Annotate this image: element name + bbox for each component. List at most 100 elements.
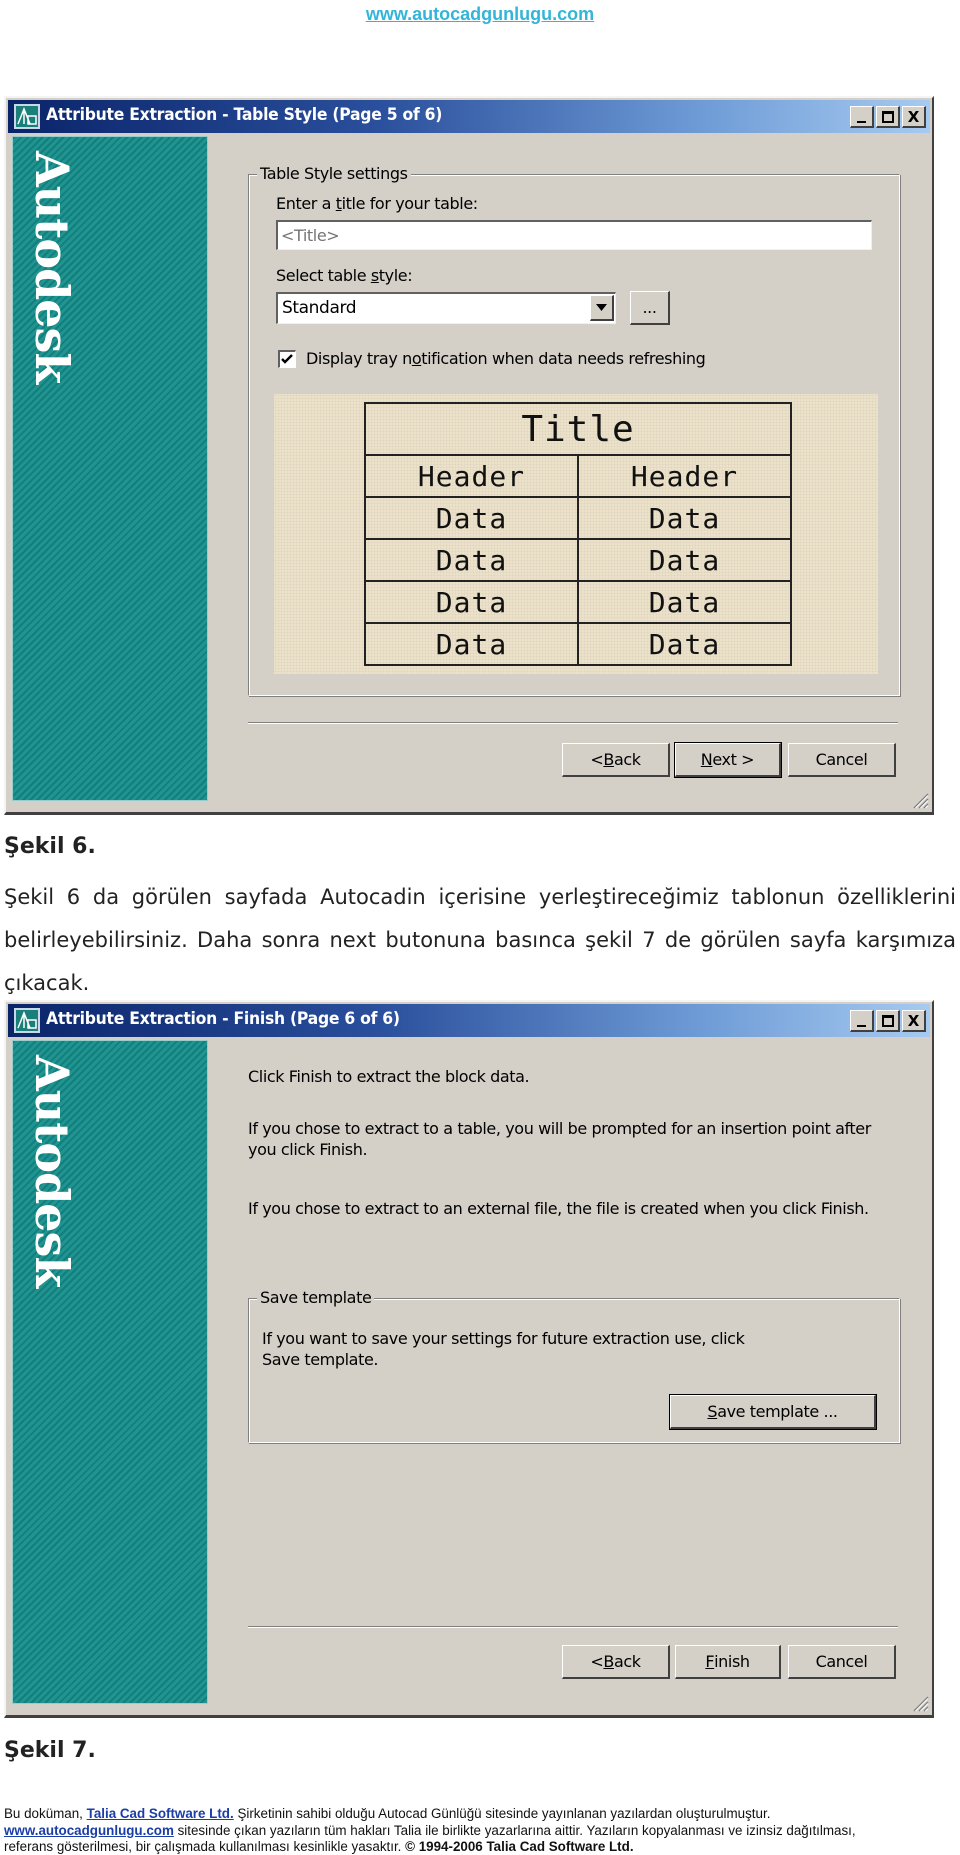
preview-data-cell: Data [364,580,579,624]
finish-button[interactable]: Finish [675,1645,781,1679]
figure-caption-6: Şekil 6. [4,834,96,859]
preview-table: Title Header Header Data Data Data Data … [364,402,792,666]
label-text: ack [613,750,641,769]
label-text: inish [714,1652,750,1671]
maximize-icon [881,110,894,123]
autodesk-sidebar-banner: Autodesk [12,136,208,801]
save-template-description: If you want to save your settings for fu… [262,1329,745,1369]
preview-data-cell: Data [577,496,792,540]
title-field-label: Enter a title for your table: [276,194,478,213]
title-bar[interactable]: Attribute Extraction - Table Style (Page… [8,100,930,133]
dropdown-button[interactable] [590,295,614,321]
table-message: If you chose to extract to a table, you … [248,1119,871,1159]
resize-grip-icon[interactable] [911,791,929,809]
talia-cad-link[interactable]: Talia Cad Software Ltd. [87,1806,234,1821]
footer-line-1: Bu doküman, Talia Cad Software Ltd. Şirk… [4,1806,956,1823]
autocadgunlugu-link[interactable]: www.autocadgunlugu.com [4,1823,174,1838]
maximize-icon [881,1014,894,1027]
label-accelerator: s [370,266,379,285]
label-text: < [590,1652,604,1671]
preview-data-row: Data Data [364,496,792,540]
resize-grip-icon[interactable] [911,1694,929,1712]
close-button[interactable]: X [902,1010,926,1032]
preview-data-row: Data Data [364,538,792,582]
tray-notification-label[interactable]: Display tray notification when data need… [306,349,706,368]
maximize-button[interactable] [876,106,900,128]
label-text: ack [613,1652,641,1671]
preview-header-cell: Header [577,454,792,498]
preview-data-cell: Data [577,580,792,624]
preview-data-row: Data Data [364,580,792,624]
label-accelerator: o [411,349,422,368]
browse-styles-button[interactable]: ... [630,291,670,325]
group-title: Save template [257,1288,375,1307]
maximize-button[interactable] [876,1010,900,1032]
copyright-footer: Bu doküman, Talia Cad Software Ltd. Şirk… [4,1806,956,1855]
label-text: Display tray n [306,349,412,368]
autodesk-logo: Autodesk [25,151,79,384]
tray-notification-checkbox[interactable] [278,350,296,368]
autodesk-sidebar-banner: Autodesk [12,1040,208,1704]
autocad-app-icon [14,1008,40,1033]
table-title-input[interactable] [276,220,872,250]
autodesk-logo: Autodesk [25,1055,79,1288]
preview-data-cell: Data [364,496,579,540]
back-button[interactable]: < Back [562,743,670,777]
label-text: ave template ... [717,1402,838,1421]
label-text: Select table [276,266,371,285]
label-text: < [590,750,604,769]
checkmark-icon [281,354,293,364]
label-text: tyle: [378,266,413,285]
finish-message: Click Finish to extract the block data. [248,1067,530,1086]
chevron-down-icon [596,304,607,311]
preview-title-cell: Title [364,402,792,456]
cancel-button[interactable]: Cancel [788,743,896,777]
table-style-preview: Title Header Header Data Data Data Data … [274,394,878,674]
close-icon: X [907,1011,920,1030]
minimize-icon [857,120,866,123]
preview-title-row: Title [364,402,792,456]
window-title: Attribute Extraction - Finish (Page 6 of… [46,1009,400,1029]
preview-data-cell: Data [577,622,792,666]
label-text: itle for your table: [341,194,479,213]
cancel-button[interactable]: Cancel [788,1645,896,1679]
minimize-button[interactable] [850,106,874,128]
label-accelerator: B [603,750,614,769]
label-accelerator: F [705,1652,715,1671]
preview-data-cell: Data [364,538,579,582]
minimize-button[interactable] [850,1010,874,1032]
footer-line-3: referans gösterilmesi, bir çalışmada kul… [4,1839,956,1855]
footer-text: sitesinde çıkan yazıların tüm hakları Ta… [173,1822,856,1838]
button-separator [248,722,898,724]
external-file-message: If you chose to extract to an external f… [248,1199,869,1218]
button-separator [248,1626,898,1628]
footer-text: Şirketinin sahibi olduğu Autocad Günlüğü… [233,1806,771,1821]
table-style-label: Select table style: [276,266,413,285]
label-text: Enter a [276,194,336,213]
autocad-app-icon [14,104,40,129]
save-template-button[interactable]: Save template ... [669,1394,877,1430]
title-bar[interactable]: Attribute Extraction - Finish (Page 6 of… [8,1004,930,1037]
body-paragraph: Şekil 6 da görülen sayfada Autocadin içe… [4,885,956,995]
label-accelerator: B [603,1652,614,1671]
next-button[interactable]: Next > [674,742,782,778]
label-text: tification when data needs refreshing [421,349,706,368]
preview-data-row: Data Data [364,622,792,666]
figure-caption-7: Şekil 7. [4,1738,96,1763]
footer-text: Bu doküman, [4,1806,87,1821]
table-style-dialog: Attribute Extraction - Table Style (Page… [4,96,934,815]
select-value: Standard [282,298,357,318]
close-icon: X [907,107,920,126]
group-title: Table Style settings [257,164,411,183]
minimize-icon [857,1024,866,1027]
table-style-select[interactable]: Standard [276,292,616,324]
label-accelerator: S [707,1402,718,1421]
preview-header-row: Header Header [364,454,792,498]
site-link[interactable]: www.autocadgunlugu.com [0,4,960,25]
close-button[interactable]: X [902,106,926,128]
label-text: ext > [712,750,755,769]
window-title: Attribute Extraction - Table Style (Page… [46,105,443,125]
back-button[interactable]: < Back [562,1645,670,1679]
preview-data-cell: Data [577,538,792,582]
preview-header-cell: Header [364,454,579,498]
